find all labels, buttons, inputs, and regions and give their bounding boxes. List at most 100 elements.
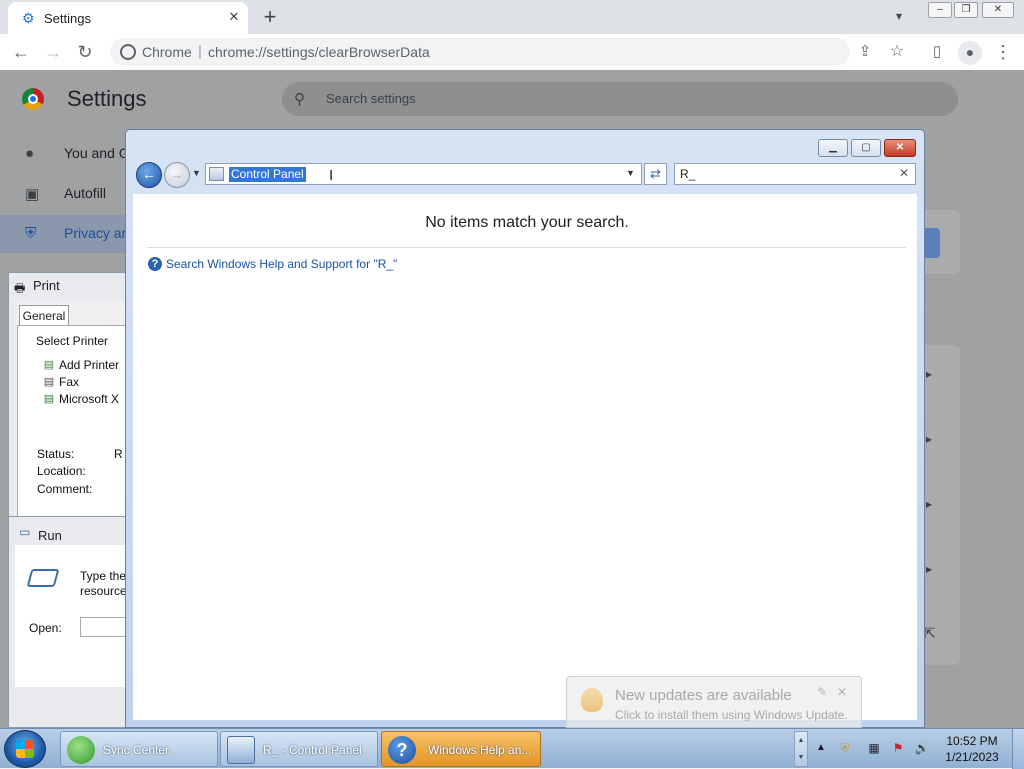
omnibox-separator: | xyxy=(198,43,202,60)
close-window-button[interactable]: ✕ xyxy=(884,139,916,157)
search-value: R_ xyxy=(680,167,696,181)
status-value: R xyxy=(114,447,123,461)
taskbar: Sync Center R_ - Control Panel ? Windows… xyxy=(0,728,1024,769)
start-button[interactable] xyxy=(4,730,46,768)
print-dialog: 🖶 Print General Select Printer ▤ Add Pri… xyxy=(8,272,138,523)
address-bar[interactable]: Chrome | chrome://settings/clearBrowserD… xyxy=(110,38,871,66)
browser-tab-strip: ⚙ Settings ✕ + ▾ – ❐ ✕ xyxy=(0,0,1024,34)
run-icon: ▭ xyxy=(19,525,31,539)
clock-time[interactable]: 10:52 PM xyxy=(944,734,1000,748)
text-cursor-icon: I xyxy=(329,167,334,184)
external-link-icon[interactable]: ⇱ xyxy=(924,625,936,642)
taskbar-item-label: Sync Center xyxy=(103,743,170,757)
taskbar-scroll-buttons[interactable]: ▲ ▼ xyxy=(794,731,808,767)
taskbar-item-windows-help[interactable]: ? Windows Help an... xyxy=(381,731,541,767)
reload-icon[interactable]: ↻ xyxy=(74,41,96,63)
restore-button[interactable]: ❐ xyxy=(954,2,978,18)
print-dialog-title: Print xyxy=(33,278,60,293)
fax-icon: ▤ xyxy=(43,376,55,388)
volume-icon[interactable]: 🔊 xyxy=(914,741,930,755)
action-center-warning-icon[interactable]: ⚑ xyxy=(890,741,906,755)
printer-list-item[interactable]: Add Printer xyxy=(59,358,119,372)
help-search-link[interactable]: Search Windows Help and Support for "R_" xyxy=(166,257,397,271)
new-tab-button[interactable]: + xyxy=(258,4,282,30)
chrome-logo-icon xyxy=(22,88,44,110)
status-label: Status: xyxy=(37,447,75,461)
tab-general[interactable]: General xyxy=(19,305,69,326)
default-printer-icon: ▤ xyxy=(43,393,55,405)
recent-pages-dropdown-icon[interactable]: ▼ xyxy=(192,168,201,178)
notification-title: New updates are available xyxy=(615,687,792,704)
show-desktop-button[interactable] xyxy=(1012,729,1024,769)
clipboard-icon: ▣ xyxy=(25,186,40,203)
windows-update-shield-icon xyxy=(581,688,603,712)
menu-kebab-icon[interactable]: ⋮ xyxy=(992,41,1014,63)
address-dropdown-icon[interactable]: ▼ xyxy=(626,168,635,178)
close-window-button[interactable]: ✕ xyxy=(982,2,1014,18)
maximize-button[interactable]: ▢ xyxy=(851,139,881,157)
network-icon[interactable]: ▦ xyxy=(866,741,882,755)
clear-search-icon[interactable]: ✕ xyxy=(899,166,909,180)
tab-settings[interactable]: ⚙ Settings ✕ xyxy=(8,2,248,34)
sidebar-item-you-and-google[interactable]: ● You and G xyxy=(0,135,130,173)
control-panel-window: ▁ ▢ ✕ ← → ▼ Control Panel ▼ ⇄ R_ ✕ No it… xyxy=(125,129,925,728)
minimize-button[interactable]: – xyxy=(928,2,952,18)
back-arrow-icon[interactable]: ← xyxy=(136,162,162,188)
tab-title: Settings xyxy=(44,11,91,26)
taskbar-item-label: R_ - Control Panel xyxy=(263,743,362,757)
print-dialog-body: General Select Printer ▤ Add Printer ▤ F… xyxy=(15,301,135,523)
taskbar-item-control-panel[interactable]: R_ - Control Panel xyxy=(220,731,378,767)
select-printer-group-label: Select Printer xyxy=(36,334,109,348)
search-input[interactable]: R_ ✕ xyxy=(674,163,916,185)
no-results-message: No items match your search. xyxy=(425,214,629,231)
tab-search-chevron-icon[interactable]: ▾ xyxy=(896,9,902,23)
chevron-right-icon[interactable]: ▸ xyxy=(926,367,932,381)
control-panel-icon xyxy=(227,736,255,764)
chevron-right-icon[interactable]: ▸ xyxy=(926,562,932,576)
chrome-site-icon xyxy=(120,44,136,60)
clock-date[interactable]: 1/21/2023 xyxy=(944,750,1000,764)
settings-search-input[interactable]: ⚲ Search settings xyxy=(282,82,958,116)
open-label: Open: xyxy=(29,621,62,635)
add-printer-icon: ▤ xyxy=(43,359,55,371)
taskbar-item-sync-center[interactable]: Sync Center xyxy=(60,731,218,767)
sidebar-item-autofill[interactable]: ▣ Autofill xyxy=(0,175,126,213)
profile-avatar-icon[interactable]: ● xyxy=(958,41,982,65)
tab-close-button[interactable]: ✕ xyxy=(226,9,242,25)
comment-label: Comment: xyxy=(37,482,93,496)
share-icon[interactable]: ⇪ xyxy=(855,42,875,60)
refresh-button[interactable]: ⇄ xyxy=(644,163,667,185)
sidebar-item-label: Privacy an xyxy=(64,225,130,241)
update-notification[interactable]: New updates are available Click to insta… xyxy=(566,676,862,732)
forward-arrow-icon[interactable]: → xyxy=(42,41,64,63)
printer-list-item[interactable]: Microsoft X xyxy=(59,392,119,406)
chevron-right-icon[interactable]: ▸ xyxy=(926,432,932,446)
sidebar-item-label: Autofill xyxy=(64,185,107,201)
sidebar-item-privacy[interactable]: ⛨ Privacy an xyxy=(0,215,130,253)
print-general-panel: Select Printer ▤ Add Printer ▤ Fax ▤ Mic… xyxy=(17,325,135,517)
omnibox-brand: Chrome xyxy=(142,44,192,60)
settings-search-placeholder: Search settings xyxy=(326,91,416,106)
windows-update-icon[interactable]: ⛨ xyxy=(837,741,853,755)
search-icon: ⚲ xyxy=(294,91,305,108)
omnibox-url: chrome://settings/clearBrowserData xyxy=(208,44,430,60)
printer-icon: 🖶 xyxy=(14,281,26,295)
address-bar[interactable]: Control Panel ▼ xyxy=(205,163,642,185)
show-hidden-icons-icon[interactable]: ▲ xyxy=(816,742,826,753)
side-panel-icon[interactable]: ▯ xyxy=(926,41,948,63)
options-icon[interactable]: ✎ xyxy=(817,685,827,699)
run-description-line1: Type the xyxy=(80,569,127,583)
close-icon[interactable]: ✕ xyxy=(837,685,847,699)
browser-toolbar: ← → ↻ Chrome | chrome://settings/clearBr… xyxy=(0,34,1024,71)
forward-arrow-icon[interactable]: → xyxy=(164,162,190,188)
printer-list-item[interactable]: Fax xyxy=(59,375,79,389)
bookmark-star-icon[interactable]: ☆ xyxy=(886,41,908,63)
chevron-right-icon[interactable]: ▸ xyxy=(926,497,932,511)
gear-icon: ⚙ xyxy=(22,10,35,26)
notification-subtitle: Click to install them using Windows Upda… xyxy=(615,708,848,722)
sync-icon xyxy=(67,736,95,764)
minimize-button[interactable]: ▁ xyxy=(818,139,848,157)
back-arrow-icon[interactable]: ← xyxy=(10,41,32,63)
address-text[interactable]: Control Panel xyxy=(229,167,306,182)
location-label: Location: xyxy=(37,464,86,478)
